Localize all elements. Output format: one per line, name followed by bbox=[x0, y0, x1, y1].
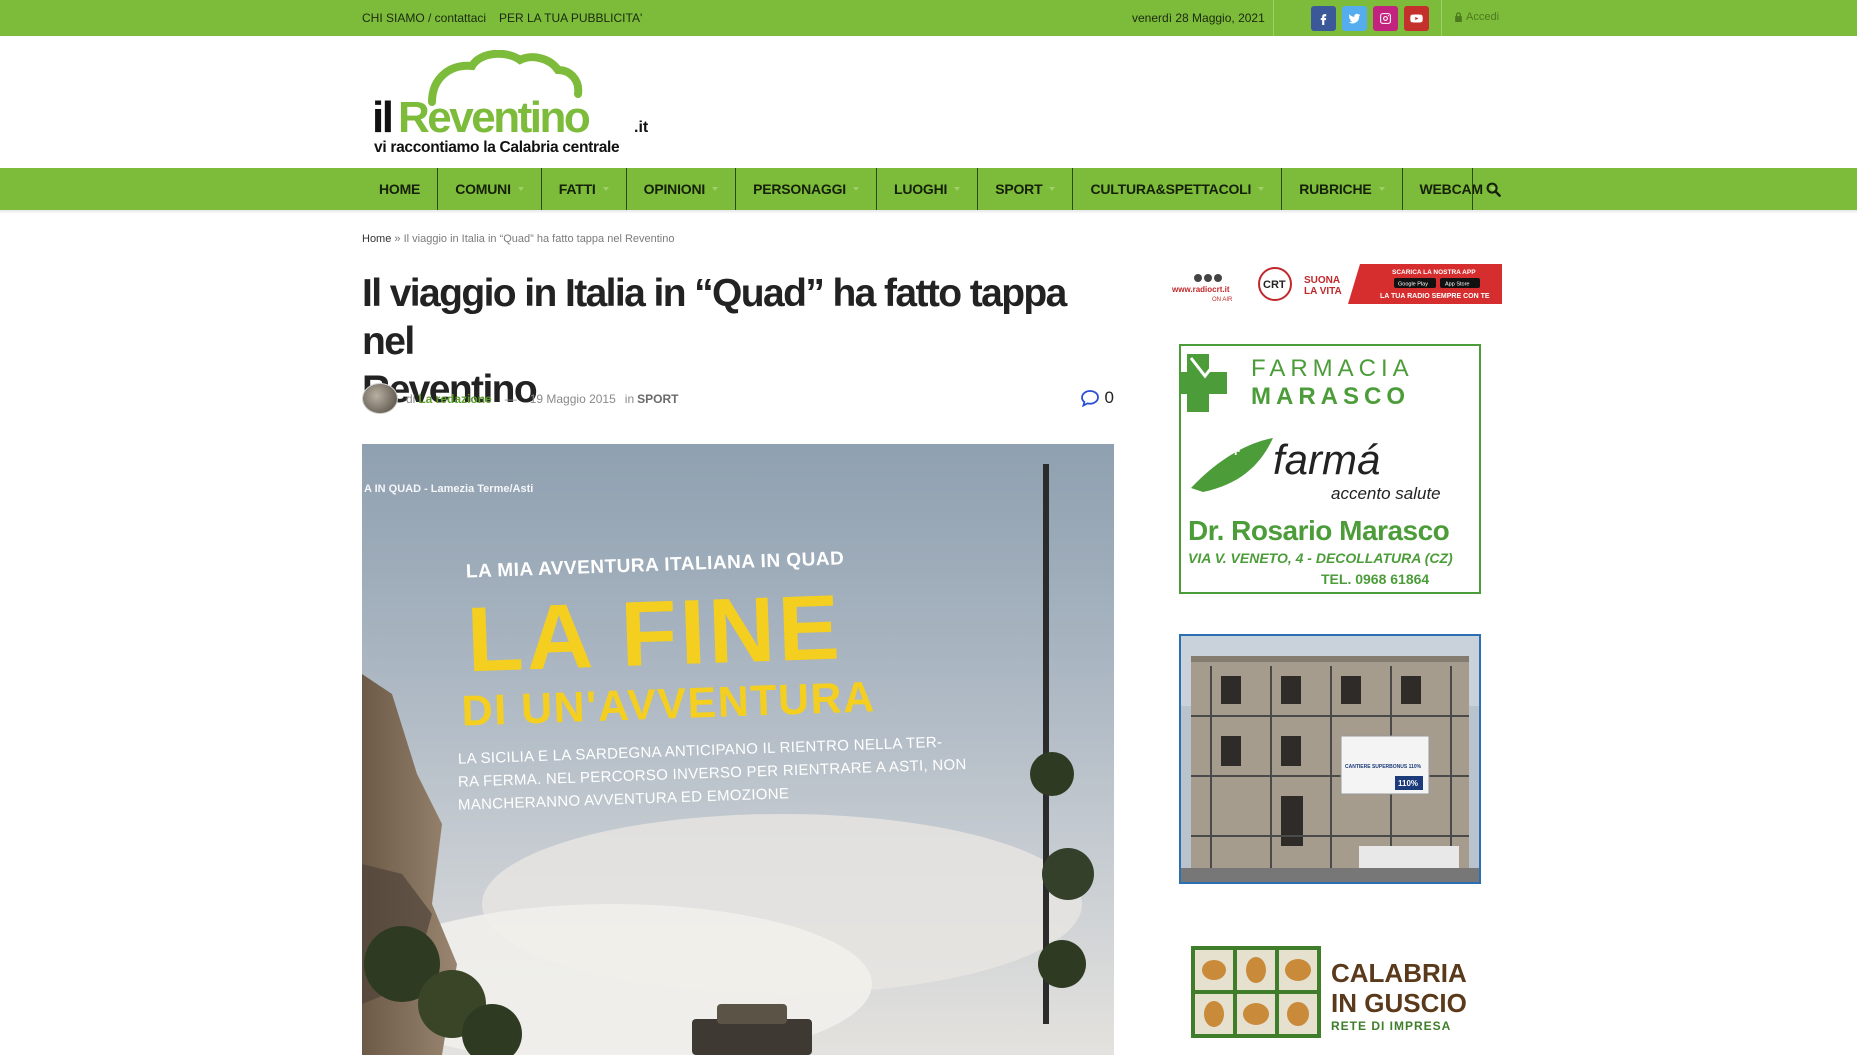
author-link[interactable]: La redazione bbox=[418, 392, 491, 406]
featured-image[interactable]: A IN QUAD - Lamezia Terme/Asti LA MIA AV… bbox=[362, 444, 1114, 1055]
calabria-line-1: CALABRIA bbox=[1331, 958, 1467, 988]
comments-link[interactable]: 0 bbox=[1080, 388, 1114, 408]
reventino-logo: il Reventino .it vi raccontiamo la Calab… bbox=[372, 49, 649, 156]
svg-text:+: + bbox=[1231, 443, 1240, 460]
nav-item-comuni[interactable]: COMUNI bbox=[438, 168, 542, 210]
category-prefix: in bbox=[624, 392, 635, 406]
nav-item-luoghi[interactable]: LUOGHI bbox=[877, 168, 979, 210]
login-link[interactable]: Accedi bbox=[1454, 11, 1499, 23]
image-headline-1: LA FINE bbox=[465, 576, 844, 691]
radio-on-air: ON AIR bbox=[1212, 297, 1233, 303]
calabria-ad-graphic: CALABRIA IN GUSCIO RETE DI IMPRESA bbox=[1179, 930, 1481, 1055]
logo-il: il bbox=[372, 93, 392, 142]
radio-slogan-2: LA VITA bbox=[1304, 286, 1342, 297]
farmacia-line-2: MARASCO bbox=[1251, 383, 1410, 410]
chevron-down-icon bbox=[712, 187, 719, 191]
top-link-pubblicita[interactable]: PER LA TUA PUBBLICITA' bbox=[499, 11, 642, 25]
top-divider bbox=[1441, 0, 1442, 36]
nav-item-opinioni[interactable]: OPINIONI bbox=[627, 168, 737, 210]
radio-footer: LA TUA RADIO SEMPRE CON TE bbox=[1380, 293, 1490, 300]
chevron-down-icon bbox=[517, 187, 524, 191]
current-date: venerdì 28 Maggio, 2021 bbox=[1132, 11, 1265, 25]
farma-brand: farmá bbox=[1273, 436, 1380, 483]
image-header-text: A IN QUAD - Lamezia Terme/Asti bbox=[364, 483, 533, 495]
calabria-line-3: RETE DI IMPRESA bbox=[1331, 1019, 1451, 1033]
farmacia-line-1: FARMACIA bbox=[1251, 355, 1414, 382]
logo-tld: .it bbox=[634, 119, 649, 136]
top-bar: CHI SIAMO / contattaci PER LA TUA PUBBLI… bbox=[0, 0, 1857, 36]
site-header: il Reventino .it vi raccontiamo la Calab… bbox=[0, 36, 1857, 168]
radio-slogan-1: SUONA bbox=[1304, 275, 1340, 286]
radio-crt-banner[interactable]: www.radiocrt.it ON AIR CRT SUONA LA VITA… bbox=[1162, 264, 1502, 304]
twitter-icon[interactable] bbox=[1342, 6, 1367, 31]
breadcrumb-current: Il viaggio in Italia in “Quad” ha fatto … bbox=[403, 233, 675, 245]
nav-item-home[interactable]: HOME bbox=[362, 168, 439, 210]
article-meta: di La redazione — 19 Maggio 2015 in SPOR… bbox=[362, 383, 1114, 415]
farmacia-marasco-ad[interactable]: FARMACIA MARASCO + farmá accento salute … bbox=[1179, 344, 1481, 594]
article-title-line-1: Il viaggio in Italia in “Quad” ha fatto … bbox=[362, 272, 1067, 363]
nav-item-cultura-spettacoli[interactable]: CULTURA&SPETTACOLI bbox=[1073, 168, 1283, 210]
logo-wordmark: Reventino bbox=[398, 93, 590, 142]
cantiere-photo: CANTIERE SUPERBONUS 110% 110% bbox=[1181, 636, 1479, 882]
lock-icon bbox=[1455, 12, 1462, 22]
farmacia-ad-graphic: FARMACIA MARASCO + farmá accento salute … bbox=[1181, 354, 1453, 587]
chevron-down-icon bbox=[852, 187, 859, 191]
farma-subtitle: accento salute bbox=[1331, 484, 1441, 503]
search-icon bbox=[1486, 182, 1501, 197]
author-avatar[interactable] bbox=[362, 383, 398, 414]
search-button[interactable] bbox=[1472, 168, 1514, 210]
calabria-line-2: IN GUSCIO bbox=[1331, 988, 1467, 1018]
nav-shadow bbox=[0, 210, 1857, 214]
comments-count: 0 bbox=[1104, 388, 1114, 407]
nav-item-fatti[interactable]: FATTI bbox=[542, 168, 627, 210]
radio-store-2: App Store bbox=[1445, 282, 1469, 288]
calabria-in-guscio-ad[interactable]: CALABRIA IN GUSCIO RETE DI IMPRESA bbox=[1179, 930, 1481, 1055]
radio-crt-ad: www.radiocrt.it ON AIR CRT SUONA LA VITA… bbox=[1162, 264, 1502, 304]
radio-site: www.radiocrt.it bbox=[1171, 285, 1230, 294]
farmacia-phone: TEL. 0968 61864 bbox=[1321, 571, 1429, 587]
chevron-down-icon bbox=[1049, 187, 1056, 191]
nav-item-sport[interactable]: SPORT bbox=[978, 168, 1074, 210]
cantiere-sign-percent: 110% bbox=[1398, 779, 1418, 788]
nav-item-personaggi[interactable]: PERSONAGGI bbox=[736, 168, 877, 210]
top-divider bbox=[1273, 0, 1274, 36]
breadcrumb: Home » Il viaggio in Italia in “Quad” ha… bbox=[362, 233, 675, 245]
instagram-icon[interactable] bbox=[1373, 6, 1398, 31]
publish-date: 19 Maggio 2015 bbox=[529, 392, 616, 406]
nav-item-rubriche[interactable]: RUBRICHE bbox=[1282, 168, 1403, 210]
chevron-down-icon bbox=[602, 187, 609, 191]
farmacia-address: VIA V. VENETO, 4 - DECOLLATURA (CZ) bbox=[1188, 550, 1453, 566]
cantiere-superbonus-ad[interactable]: CANTIERE SUPERBONUS 110% 110% bbox=[1179, 634, 1481, 884]
logo-tagline: vi raccontiamo la Calabria centrale bbox=[374, 139, 620, 156]
radio-crt-logo: CRT bbox=[1263, 279, 1286, 291]
login-label: Accedi bbox=[1466, 11, 1500, 23]
author-prefix: di bbox=[406, 392, 416, 406]
youtube-icon[interactable] bbox=[1404, 6, 1429, 31]
breadcrumb-home[interactable]: Home bbox=[362, 233, 391, 245]
site-logo[interactable]: il Reventino .it vi raccontiamo la Calab… bbox=[370, 49, 670, 158]
radio-store-1: Google Play bbox=[1398, 282, 1428, 288]
facebook-icon[interactable] bbox=[1311, 6, 1336, 31]
breadcrumb-separator: » bbox=[394, 233, 401, 245]
chevron-down-icon bbox=[1378, 187, 1385, 191]
cantiere-sign-title: CANTIERE SUPERBONUS 110% bbox=[1345, 764, 1422, 770]
chevron-down-icon bbox=[1258, 187, 1265, 191]
chevron-down-icon bbox=[954, 187, 961, 191]
comment-icon bbox=[1080, 390, 1099, 407]
meta-divider: — bbox=[504, 392, 517, 406]
radio-app-line: SCARICA LA NOSTRA APP bbox=[1392, 269, 1476, 276]
category-link[interactable]: SPORT bbox=[637, 392, 678, 406]
main-navigation: HOME COMUNI FATTI OPINIONI PERSONAGGI LU… bbox=[0, 168, 1857, 210]
magazine-photo: A IN QUAD - Lamezia Terme/Asti LA MIA AV… bbox=[362, 444, 1114, 1055]
doctor-name: Dr. Rosario Marasco bbox=[1188, 515, 1450, 546]
top-link-chi-siamo[interactable]: CHI SIAMO / contattaci bbox=[362, 11, 486, 25]
